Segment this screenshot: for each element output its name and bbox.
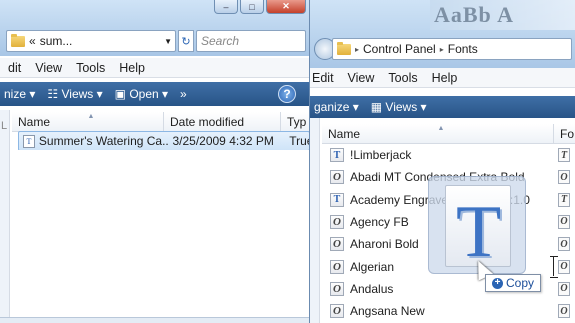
views-icon: ☷ xyxy=(47,87,59,101)
sort-arrow-icon: ▲ xyxy=(437,124,445,132)
font-style-icon: O xyxy=(558,170,570,185)
column-header-type[interactable]: Typ xyxy=(281,112,309,132)
address-text: sum... xyxy=(39,34,73,48)
address-bar[interactable]: « sum... ▼ xyxy=(6,30,176,52)
organize-button[interactable]: ganize ▾ xyxy=(314,100,359,114)
font-row[interactable]: O Angsana New xyxy=(322,301,575,321)
truetype-font-icon: T xyxy=(23,134,35,148)
text-cursor-icon xyxy=(550,256,558,278)
minimize-button[interactable]: – xyxy=(214,0,238,14)
copy-label: Copy xyxy=(506,276,535,290)
title-preview: AaBb A xyxy=(430,0,575,30)
column-header-row: ▲ Name Date modified Typ xyxy=(12,111,309,132)
menu-view[interactable]: View xyxy=(348,71,375,85)
views-button[interactable]: ▦ Views ▾ xyxy=(371,100,427,114)
font-style-icon: T xyxy=(558,192,570,207)
file-list-area[interactable] xyxy=(10,150,309,323)
font-style-icon: O xyxy=(558,281,570,296)
file-name: Summer's Watering Ca... xyxy=(38,134,169,148)
font-style-icon: O xyxy=(558,259,570,274)
opentype-font-icon: O xyxy=(330,170,344,185)
menu-help[interactable]: Help xyxy=(432,71,458,85)
menu-bar: Edit View Tools Help xyxy=(310,68,575,88)
file-type: True xyxy=(289,134,309,148)
font-style-icon: O xyxy=(558,304,570,319)
column-header-name[interactable]: ▲ Name xyxy=(322,123,554,144)
column-header-row: ▲ Name Fo xyxy=(322,123,575,144)
copy-tooltip: + Copy xyxy=(485,274,542,292)
sort-arrow-icon: ▲ xyxy=(87,112,95,120)
caption-buttons: – □ ✕ xyxy=(214,0,306,14)
folder-icon xyxy=(11,33,25,47)
more-button[interactable]: » xyxy=(180,87,187,101)
menu-edit[interactable]: dit xyxy=(8,61,21,75)
status-bar xyxy=(0,317,309,323)
column-header-font-style[interactable]: Fo xyxy=(554,124,575,144)
breadcrumb-separator-icon: ▸ xyxy=(439,44,444,54)
plus-icon: + xyxy=(492,277,503,289)
open-icon: ▣ xyxy=(114,87,126,101)
help-icon[interactable]: ? xyxy=(278,85,296,103)
menu-edit[interactable]: Edit xyxy=(312,71,334,85)
font-name: Angsana New xyxy=(350,304,425,319)
breadcrumb-fonts[interactable]: Fonts xyxy=(448,42,478,56)
folder-icon xyxy=(337,41,351,55)
opentype-font-icon: O xyxy=(330,259,344,274)
font-style-icon: O xyxy=(558,214,570,229)
address-prefix: « xyxy=(29,34,36,48)
truetype-font-icon: T xyxy=(330,192,344,207)
column-header-date[interactable]: Date modified xyxy=(164,111,281,132)
file-row[interactable]: T Summer's Watering Ca... 3/25/2009 4:32… xyxy=(18,131,309,151)
opentype-font-icon: O xyxy=(330,237,344,252)
menu-tools[interactable]: Tools xyxy=(388,71,417,85)
column-header-name[interactable]: ▲ Name xyxy=(12,111,164,132)
maximize-button[interactable]: □ xyxy=(240,0,264,14)
menu-view[interactable]: View xyxy=(35,61,62,75)
command-bar: nize ▾ ☷ Views ▾ ▣ Open ▾ » xyxy=(0,82,309,106)
close-button[interactable]: ✕ xyxy=(266,0,306,14)
refresh-icon[interactable]: ↻ xyxy=(178,30,194,52)
address-bar[interactable]: ▸ Control Panel ▸ Fonts xyxy=(332,38,572,60)
font-name: !Limberjack xyxy=(350,148,412,162)
opentype-font-icon: O xyxy=(330,214,344,229)
menu-tools[interactable]: Tools xyxy=(76,61,105,75)
search-input[interactable]: Search xyxy=(196,30,306,52)
opentype-font-icon: O xyxy=(330,304,344,319)
views-icon: ▦ xyxy=(370,100,383,114)
breadcrumb-separator-icon: ▸ xyxy=(355,44,360,54)
breadcrumb-control-panel[interactable]: Control Panel xyxy=(363,42,436,56)
desktop: – □ ✕ « sum... ▼ ↻ Search dit View Tools… xyxy=(0,0,575,323)
font-row[interactable]: T !Limberjack xyxy=(322,145,575,165)
menu-bar: dit View Tools Help xyxy=(0,58,309,78)
open-button[interactable]: ▣ Open ▾ xyxy=(115,87,168,101)
explorer-window-left: – □ ✕ « sum... ▼ ↻ Search dit View Tools… xyxy=(0,0,310,323)
command-bar: ganize ▾ ▦ Views ▾ xyxy=(310,96,575,118)
truetype-font-icon: T xyxy=(330,148,344,162)
menu-help[interactable]: Help xyxy=(119,61,145,75)
file-date: 3/25/2009 4:32 PM xyxy=(172,134,274,148)
font-style-icon: O xyxy=(558,237,570,252)
drag-ghost: T xyxy=(428,176,526,274)
views-button[interactable]: ☷ Views ▾ xyxy=(47,87,102,101)
font-style-icon: T xyxy=(558,148,570,162)
font-file-icon: T xyxy=(445,185,511,272)
nav-letter: L xyxy=(1,120,8,132)
organize-button[interactable]: nize ▾ xyxy=(4,87,35,101)
navigation-pane: L xyxy=(0,110,10,323)
navigation-pane xyxy=(310,118,320,323)
opentype-font-icon: O xyxy=(330,281,344,296)
chevron-down-icon[interactable]: ▼ xyxy=(164,37,172,46)
